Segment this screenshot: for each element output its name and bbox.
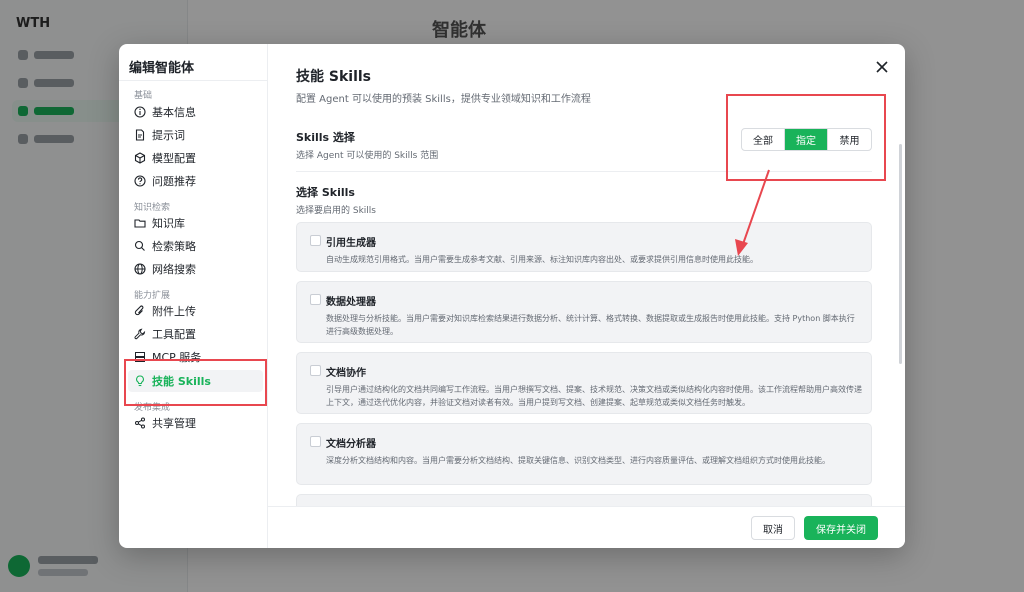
- info-icon: [134, 106, 146, 118]
- folder-icon: [134, 217, 146, 229]
- sidebar-item-search-strategy[interactable]: 检索策略: [128, 235, 263, 257]
- sidebar-item-label: 工具配置: [152, 328, 196, 341]
- skills-selection-title: Skills 选择: [296, 131, 355, 144]
- sidebar-item-label: 模型配置: [152, 152, 196, 165]
- sidebar-item-prompt[interactable]: 提示词: [128, 124, 263, 146]
- choose-skills-title: 选择 Skills: [296, 186, 355, 199]
- skill-description: 深度分析文档结构和内容。当用户需要分析文档结构、提取关键信息、识别文档类型、进行…: [326, 456, 830, 465]
- skill-description: 引导用户通过结构化的文档共同编写工作流程。当用户想撰写文档、提案、技术规范、决策…: [326, 385, 862, 407]
- skill-card[interactable]: 引用生成器 自动生成规范引用格式。当用户需要生成参考文献、引用来源、标注知识库内…: [296, 222, 872, 272]
- save-and-close-button[interactable]: 保存并关闭: [804, 516, 878, 540]
- skill-description: 数据处理与分析技能。当用户需要对知识库检索结果进行数据分析、统计计算、格式转换、…: [326, 314, 855, 336]
- skill-name: 文档分析器: [326, 439, 376, 450]
- skill-checkbox[interactable]: [310, 294, 321, 305]
- annotation-box-sidebar: [124, 359, 267, 406]
- cube-icon: [134, 152, 146, 164]
- cancel-button[interactable]: 取消: [751, 516, 795, 540]
- sidebar-item-model-config[interactable]: 模型配置: [128, 147, 263, 169]
- question-icon: [134, 175, 146, 187]
- skill-card-partial[interactable]: [296, 494, 872, 506]
- sidebar-item-basic-info[interactable]: 基本信息: [128, 101, 263, 123]
- sidebar-item-tool-config[interactable]: 工具配置: [128, 323, 263, 345]
- scrollbar[interactable]: [899, 144, 902, 364]
- sidebar-item-label: 问题推荐: [152, 175, 196, 188]
- skill-checkbox[interactable]: [310, 365, 321, 376]
- skills-selection-desc: 选择 Agent 可以使用的 Skills 范围: [296, 151, 439, 161]
- sidebar-item-label: 知识库: [152, 217, 185, 230]
- skill-checkbox[interactable]: [310, 436, 321, 447]
- search-icon: [134, 240, 146, 252]
- sidebar-item-label: 检索策略: [152, 240, 196, 253]
- sidebar-item-question-suggest[interactable]: 问题推荐: [128, 170, 263, 192]
- sidebar-item-label: 提示词: [152, 129, 185, 142]
- sidebar-item-label: 共享管理: [152, 417, 196, 430]
- sidebar-item-label: 网络搜索: [152, 263, 196, 276]
- sidebar-item-web-search[interactable]: 网络搜索: [128, 258, 263, 280]
- section-title: 技能 Skills: [296, 69, 371, 85]
- share-icon: [134, 417, 146, 429]
- skill-name: 引用生成器: [326, 238, 376, 249]
- document-icon: [134, 129, 146, 141]
- globe-icon: [134, 263, 146, 275]
- skill-card[interactable]: 文档分析器 深度分析文档结构和内容。当用户需要分析文档结构、提取关键信息、识别文…: [296, 423, 872, 485]
- modal-title: 编辑智能体: [129, 61, 195, 76]
- skill-description: 自动生成规范引用格式。当用户需要生成参考文献、引用来源、标注知识库内容出处、或要…: [326, 255, 758, 264]
- paperclip-icon: [134, 305, 146, 317]
- skill-name: 数据处理器: [326, 297, 376, 308]
- sidebar-item-share-management[interactable]: 共享管理: [128, 412, 263, 434]
- close-button[interactable]: [873, 58, 891, 76]
- skill-checkbox[interactable]: [310, 235, 321, 246]
- sidebar-divider: [119, 80, 267, 81]
- sidebar-item-attachment[interactable]: 附件上传: [128, 300, 263, 322]
- sidebar-item-label: 基本信息: [152, 106, 196, 119]
- wrench-icon: [134, 328, 146, 340]
- modal-footer: 取消 保存并关闭: [268, 506, 905, 548]
- sidebar-item-label: 附件上传: [152, 305, 196, 318]
- skill-card[interactable]: 数据处理器 数据处理与分析技能。当用户需要对知识库检索结果进行数据分析、统计计算…: [296, 281, 872, 343]
- annotation-box-segmented: [726, 94, 886, 181]
- section-description: 配置 Agent 可以使用的预装 Skills，提供专业领域知识和工作流程: [296, 94, 591, 105]
- skills-list: 引用生成器 自动生成规范引用格式。当用户需要生成参考文献、引用来源、标注知识库内…: [268, 214, 905, 506]
- close-icon: [876, 61, 888, 73]
- group-label-basic: 基础: [134, 91, 153, 101]
- skill-name: 文档协作: [326, 368, 366, 379]
- skill-card[interactable]: 文档协作 引导用户通过结构化的文档共同编写工作流程。当用户想撰写文档、提案、技术…: [296, 352, 872, 414]
- sidebar-item-knowledge-base[interactable]: 知识库: [128, 212, 263, 234]
- modal-sidebar: 编辑智能体 基础 基本信息 提示词 模型配置 问题推荐 知识检索 知识库 检索策…: [119, 44, 268, 548]
